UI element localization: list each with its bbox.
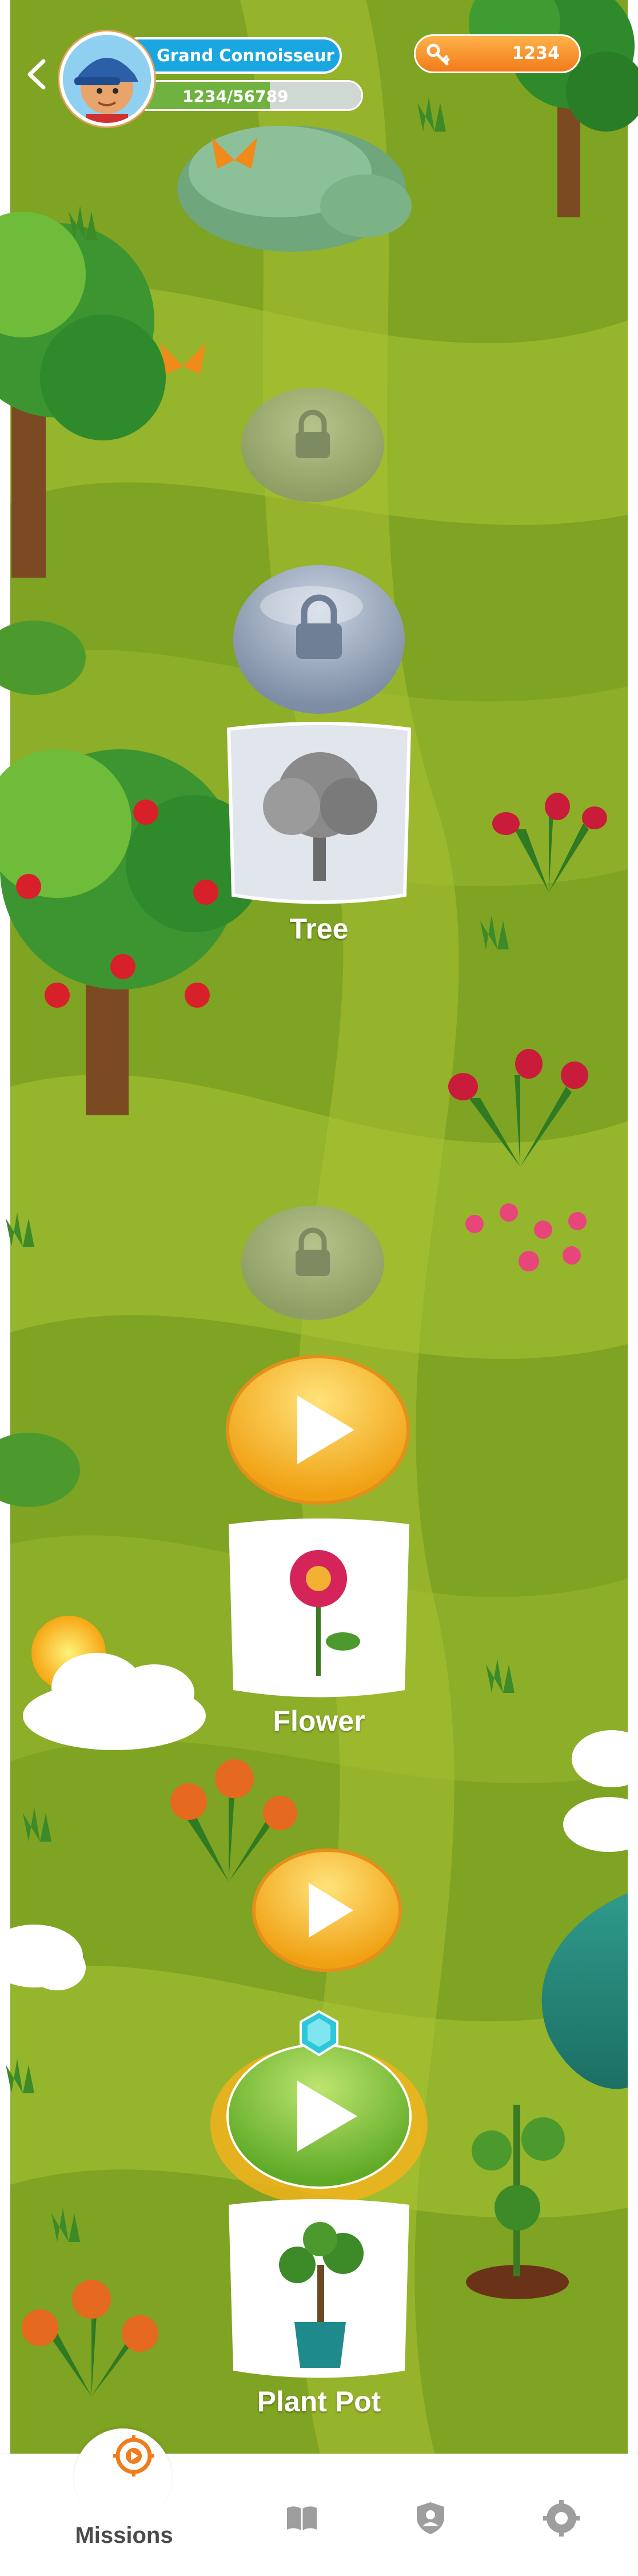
reward-card-plant-pot[interactable] xyxy=(229,2199,409,2378)
rank-title: Grand Connoisseur xyxy=(157,46,334,65)
gear-icon[interactable] xyxy=(543,2500,580,2537)
missions-label: Missions xyxy=(75,2523,173,2548)
reward-label-plant-pot: Plant Pot xyxy=(257,2386,381,2418)
back-button[interactable] xyxy=(19,54,54,94)
level-node-locked[interactable] xyxy=(233,565,405,714)
level-node-play[interactable] xyxy=(252,1848,402,1972)
avatar-image xyxy=(63,35,151,123)
reward-label-tree: Tree xyxy=(289,913,349,945)
bottom-navigation: Missions xyxy=(0,2428,638,2576)
level-node-current[interactable] xyxy=(210,2044,428,2205)
book-icon[interactable] xyxy=(284,2500,320,2537)
gem-icon xyxy=(300,2010,338,2056)
keys-counter[interactable]: 1234 xyxy=(414,34,581,73)
level-node-locked[interactable] xyxy=(241,1206,384,1320)
reward-card-tree[interactable] xyxy=(226,722,412,904)
xp-progress-bar: 1234/56789 xyxy=(131,80,363,111)
level-node-play[interactable] xyxy=(226,1355,410,1505)
nav-tab-missions[interactable]: Missions xyxy=(64,2428,184,2576)
map-background xyxy=(0,0,638,2454)
shield-icon[interactable] xyxy=(412,2500,449,2537)
rank-title-badge: Grand Connoisseur xyxy=(120,37,342,74)
avatar[interactable] xyxy=(59,31,154,126)
level-node-locked[interactable] xyxy=(241,388,384,502)
keys-count: 1234 xyxy=(512,43,560,63)
missions-tab-bubble xyxy=(74,2428,172,2526)
xp-progress-text: 1234/56789 xyxy=(182,87,289,106)
game-map: Tree Flower Plant Pot Grand Connoisseur … xyxy=(0,0,638,2576)
reward-label-flower: Flower xyxy=(273,1705,365,1737)
key-icon xyxy=(426,43,450,66)
reward-card-flower[interactable] xyxy=(229,1518,409,1698)
missions-icon xyxy=(113,2435,154,2476)
